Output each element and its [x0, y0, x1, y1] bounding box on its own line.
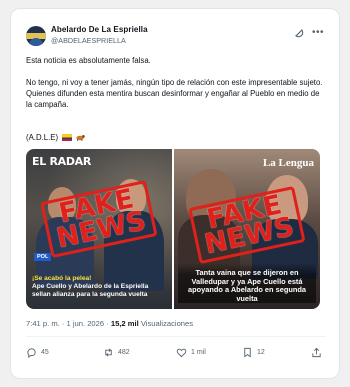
- grok-icon[interactable]: [293, 27, 305, 39]
- share-button[interactable]: [311, 346, 326, 358]
- media-tag-left: POL: [34, 253, 52, 261]
- reply-count: 45: [41, 348, 49, 356]
- reply-button[interactable]: 45: [26, 346, 49, 358]
- media-brand-right: La Lengua: [262, 157, 314, 169]
- bookmark-icon: [244, 347, 251, 358]
- bookmark-button[interactable]: 12: [242, 346, 265, 358]
- like-icon: [176, 348, 187, 357]
- like-button[interactable]: 1 mil: [176, 346, 206, 358]
- tweet-meta: 7:41 p. m. · 1 jun. 2026 · 15,2 mil Visu…: [26, 319, 193, 328]
- author-handle[interactable]: @ABDELAESPRIELLA: [51, 36, 126, 45]
- cow-icon: [76, 135, 86, 141]
- colombia-flag-icon: [62, 134, 73, 141]
- media-brand-left: EL RADAR: [32, 155, 92, 168]
- tweet-text-body: No tengo, ni voy a tener jamás, ningún t…: [26, 78, 323, 109]
- tweet-signature: (A.D.L.E): [26, 133, 59, 142]
- bookmark-count: 12: [257, 348, 265, 356]
- share-icon: [312, 347, 321, 357]
- media-caption-right: Tanta vaina que se dijeron en Valledupar…: [178, 263, 316, 303]
- views-label: Visualizaciones: [138, 319, 194, 328]
- media-image-left[interactable]: EL RADAR FAKE NEWS POL ¡Se acabó la pele…: [26, 149, 172, 309]
- avatar[interactable]: [26, 26, 46, 46]
- more-icon[interactable]: •••: [312, 28, 324, 38]
- repost-count: 482: [118, 348, 130, 356]
- tweet-signature-row: (A.D.L.E): [26, 132, 326, 143]
- repost-icon: [105, 347, 112, 357]
- tweet-card: Abelardo De La Espriella @ABDELAESPRIELL…: [10, 8, 340, 379]
- media-image-right[interactable]: La Lengua FAKE NEWS Tanta vaina que se d…: [174, 149, 320, 309]
- reply-icon: [27, 347, 36, 358]
- author-name[interactable]: Abelardo De La Espriella: [51, 25, 148, 34]
- like-count: 1 mil: [191, 348, 206, 356]
- media-caption-left: ¡Se acabó la pelea! Ape Cuello y Abelard…: [32, 275, 149, 298]
- divider: [26, 336, 326, 337]
- views-count: 15,2 mil: [110, 319, 139, 328]
- tweet-text-line1: Esta noticia es absolutamente falsa.: [26, 56, 151, 65]
- repost-button[interactable]: 482: [103, 346, 130, 358]
- tweet-timestamp[interactable]: 7:41 p. m. · 1 jun. 2026 ·: [26, 319, 111, 328]
